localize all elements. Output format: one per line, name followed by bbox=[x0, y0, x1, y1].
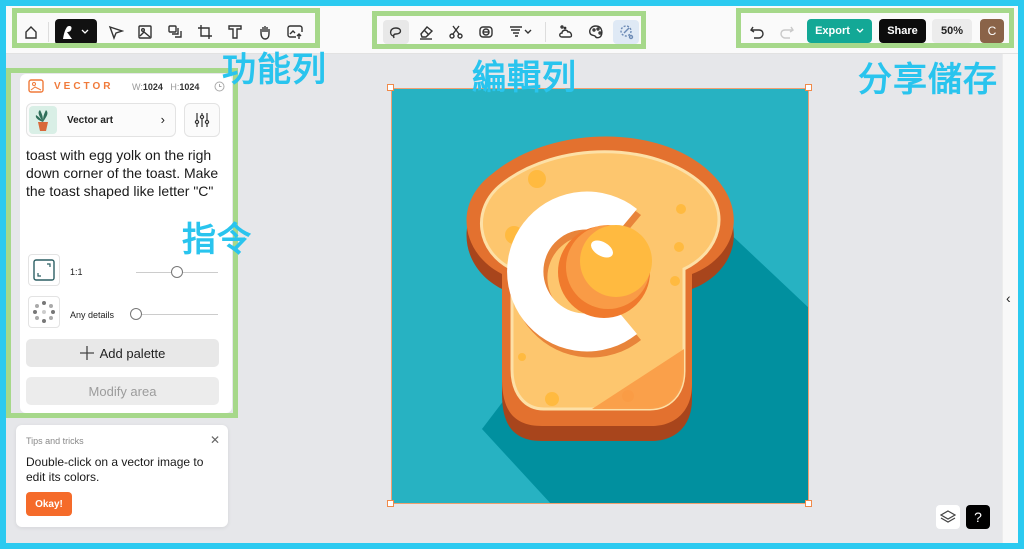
top-bar: Export Share 50% C bbox=[6, 6, 1018, 54]
prompt-text[interactable]: toast with egg yolk on the righ down cor… bbox=[26, 146, 222, 200]
cloud-tool[interactable] bbox=[553, 20, 579, 44]
width-value: 1024 bbox=[142, 82, 163, 92]
cut-tool[interactable] bbox=[443, 20, 469, 44]
chevron-left-icon[interactable]: ‹ bbox=[1006, 290, 1011, 306]
width-label: W: bbox=[132, 82, 143, 92]
detail-level-slider-knob[interactable] bbox=[130, 308, 142, 320]
divider bbox=[48, 22, 49, 42]
cloud-icon bbox=[559, 25, 573, 38]
height-value: 1024 bbox=[179, 82, 200, 92]
brush-tool-button[interactable] bbox=[55, 19, 97, 45]
annotation-prompt: 指令 bbox=[182, 220, 252, 260]
redo-button[interactable] bbox=[774, 20, 800, 44]
add-palette-label: Add palette bbox=[99, 345, 166, 361]
stack-icon bbox=[168, 25, 182, 38]
sliders-icon bbox=[194, 113, 210, 127]
tips-card: Tips and tricks ✕ Double-click on a vect… bbox=[16, 425, 228, 527]
select-tool[interactable] bbox=[103, 20, 129, 44]
chevron-down-icon bbox=[524, 29, 532, 34]
resize-handle[interactable] bbox=[387, 84, 394, 91]
style-thumbnail bbox=[29, 106, 57, 134]
text-tool[interactable] bbox=[222, 20, 248, 44]
add-palette-button[interactable]: Add palette bbox=[26, 339, 219, 367]
image-frame-icon bbox=[138, 25, 152, 39]
palette-tool[interactable] bbox=[583, 20, 609, 44]
style-settings-button[interactable] bbox=[184, 103, 220, 137]
tornado-icon bbox=[510, 26, 522, 37]
magic-edit-icon bbox=[620, 25, 634, 40]
resize-handle[interactable] bbox=[387, 500, 394, 507]
app-window: Export Share 50% C VECTOR W:1024 H:1024 … bbox=[6, 6, 1018, 543]
detail-level-slider[interactable] bbox=[136, 314, 218, 315]
magic-edit-tool[interactable] bbox=[613, 20, 639, 44]
undo-button[interactable] bbox=[744, 20, 770, 44]
undo-icon bbox=[750, 26, 764, 39]
brush-icon bbox=[63, 26, 72, 39]
help-button[interactable]: ? bbox=[966, 505, 990, 529]
upload-image-icon bbox=[287, 25, 303, 39]
zoom-level-button[interactable]: 50% bbox=[932, 19, 972, 43]
vectorize-tool[interactable] bbox=[473, 20, 499, 44]
scissors-icon bbox=[449, 25, 463, 39]
home-button[interactable] bbox=[18, 20, 44, 44]
mode-label: VECTOR bbox=[54, 81, 114, 92]
lasso-tool[interactable] bbox=[383, 20, 409, 44]
vector-mode-icon bbox=[28, 79, 44, 93]
text-icon bbox=[228, 25, 242, 39]
image-frame-tool[interactable] bbox=[132, 20, 158, 44]
generated-image-canvas[interactable] bbox=[391, 88, 809, 504]
modify-area-button[interactable]: Modify area bbox=[26, 377, 219, 405]
chevron-down-icon bbox=[81, 29, 89, 34]
style-name: Vector art bbox=[67, 115, 114, 126]
aspect-ratio-label: 1:1 bbox=[70, 267, 83, 277]
image-dimensions: W:1024 H:1024 bbox=[132, 82, 199, 92]
detail-level-button[interactable] bbox=[28, 296, 60, 328]
export-button[interactable]: Export bbox=[807, 19, 872, 43]
palette-icon bbox=[589, 25, 603, 39]
aspect-ratio-icon bbox=[33, 259, 55, 281]
resize-handle[interactable] bbox=[805, 84, 812, 91]
details-dots-icon bbox=[33, 301, 55, 323]
stack-tool[interactable] bbox=[162, 20, 188, 44]
aspect-ratio-button[interactable] bbox=[28, 254, 60, 286]
share-button[interactable]: Share bbox=[879, 19, 926, 43]
export-label: Export bbox=[815, 25, 850, 37]
resize-handle[interactable] bbox=[805, 500, 812, 507]
crop-icon bbox=[198, 25, 212, 39]
annotation-share: 分享儲存 bbox=[858, 60, 998, 100]
vectorize-icon bbox=[479, 26, 493, 38]
eraser-icon bbox=[420, 26, 434, 40]
style-selector[interactable]: Vector art › bbox=[26, 103, 176, 137]
tips-body: Double-click on a vector image to edit i… bbox=[26, 455, 204, 484]
toast-vector-image bbox=[392, 89, 808, 503]
lasso-icon bbox=[389, 27, 402, 39]
chevron-right-icon: › bbox=[160, 112, 165, 127]
plus-icon bbox=[79, 346, 94, 360]
hand-tool[interactable] bbox=[252, 20, 278, 44]
annotation-toolbar: 功能列 bbox=[222, 50, 327, 90]
crop-tool[interactable] bbox=[192, 20, 218, 44]
aspect-ratio-slider-knob[interactable] bbox=[171, 266, 183, 278]
question-mark-icon: ? bbox=[974, 509, 982, 525]
okay-button[interactable]: Okay! bbox=[26, 492, 72, 516]
chevron-down-icon bbox=[856, 28, 864, 33]
annotation-editbar: 編輯列 bbox=[472, 58, 577, 98]
redo-icon bbox=[780, 26, 794, 39]
tornado-tool[interactable] bbox=[503, 20, 537, 44]
plant-icon bbox=[35, 110, 48, 131]
upload-image-tool[interactable] bbox=[282, 20, 308, 44]
cursor-icon bbox=[108, 25, 124, 40]
detail-level-label: Any details bbox=[70, 310, 115, 320]
user-avatar[interactable]: C bbox=[980, 19, 1004, 43]
layers-button[interactable] bbox=[936, 505, 960, 529]
divider bbox=[545, 22, 546, 42]
tips-title: Tips and tricks bbox=[26, 436, 84, 446]
home-icon bbox=[25, 26, 37, 39]
eraser-tool[interactable] bbox=[413, 20, 439, 44]
layers-icon bbox=[940, 510, 956, 523]
hand-icon bbox=[260, 26, 270, 40]
close-icon[interactable]: ✕ bbox=[210, 433, 220, 447]
